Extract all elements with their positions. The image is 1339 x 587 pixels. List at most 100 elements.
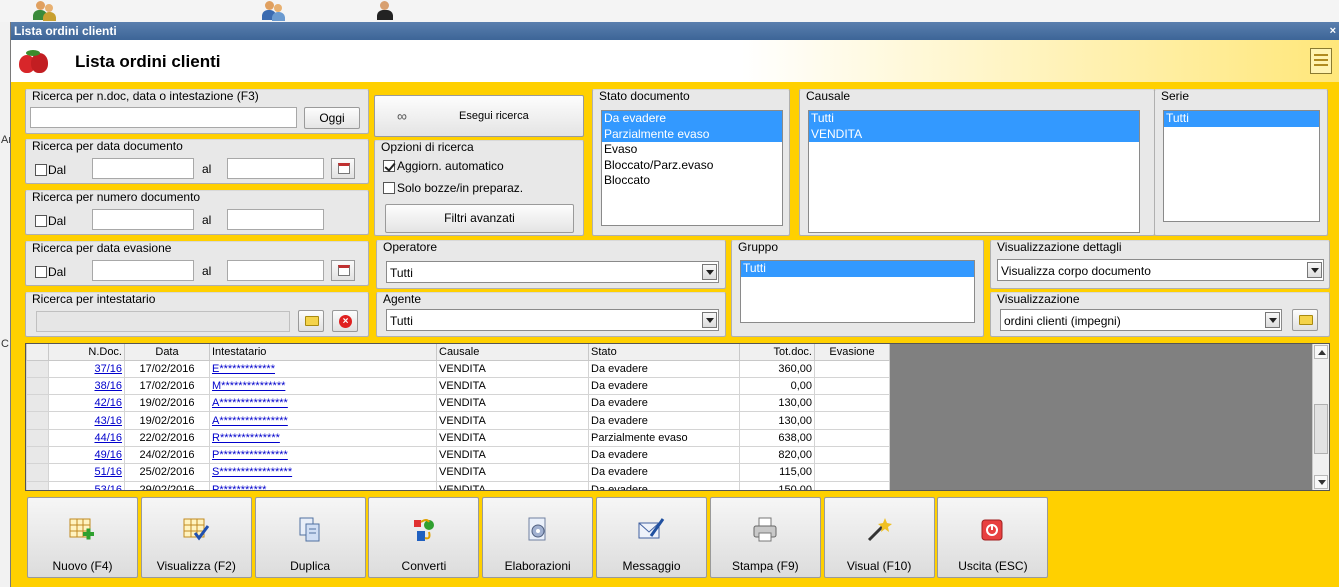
- view-details-select[interactable]: Visualizza corpo documento: [997, 259, 1324, 281]
- date-doc-from-checkbox[interactable]: [35, 164, 47, 176]
- column-header[interactable]: Intestatario: [209, 344, 437, 361]
- holder-link[interactable]: A****************: [212, 397, 288, 409]
- column-header[interactable]: Stato: [588, 344, 740, 361]
- toolbar-button[interactable]: Nuovo (F4): [27, 497, 138, 578]
- users-group-icon[interactable]: [261, 1, 287, 21]
- total-cell: 820,00: [739, 445, 815, 465]
- table-row[interactable]: 51/16 25/02/2016 S***************** VENDITA…: [26, 463, 890, 482]
- browse-holder-button[interactable]: [298, 310, 324, 332]
- window-titlebar[interactable]: Lista ordini clienti ×: [11, 22, 1339, 40]
- list-item[interactable]: Da evadere: [602, 111, 782, 127]
- search-input[interactable]: [30, 107, 297, 128]
- list-item[interactable]: Tutti: [1164, 111, 1319, 127]
- serie-list[interactable]: Tutti: [1163, 110, 1320, 222]
- date-evas-to-input[interactable]: [227, 260, 324, 281]
- date-doc-to-input[interactable]: [227, 158, 324, 179]
- column-header[interactable]: N.Doc.: [48, 344, 125, 361]
- holder-link[interactable]: R**************: [212, 432, 280, 444]
- doc-state-list[interactable]: Da evadere Parzialmente evaso Evaso Bloccat…: [601, 110, 783, 226]
- view-mode-select[interactable]: ordini clienti (impegni): [1000, 309, 1282, 331]
- num-doc-from-input[interactable]: [92, 209, 194, 230]
- scroll-up-icon[interactable]: [1314, 345, 1328, 359]
- doc-number-link[interactable]: 37/16: [94, 363, 122, 375]
- doc-number-link[interactable]: 42/16: [94, 397, 122, 409]
- table-row[interactable]: 43/16 19/02/2016 A**************** VENDITA D…: [26, 411, 890, 430]
- toolbar-button[interactable]: Stampa (F9): [709, 497, 821, 578]
- auto-update-checkbox[interactable]: [383, 160, 395, 172]
- agent-select[interactable]: Tutti: [386, 309, 719, 331]
- doc-number-link[interactable]: 51/16: [94, 466, 122, 478]
- today-button[interactable]: Oggi: [304, 107, 360, 129]
- date-doc-from-input[interactable]: [92, 158, 194, 179]
- chevron-down-icon[interactable]: [702, 264, 717, 280]
- list-item[interactable]: Bloccato: [602, 173, 782, 189]
- view-mode-browse-button[interactable]: [1292, 309, 1318, 331]
- doc-number-link[interactable]: 43/16: [94, 415, 122, 427]
- doc-number-link[interactable]: 49/16: [94, 449, 122, 461]
- table-row[interactable]: 44/16 22/02/2016 R************** VENDITA Par…: [26, 428, 890, 447]
- column-header[interactable]: Causale: [436, 344, 589, 361]
- group-list[interactable]: Tutti: [740, 260, 975, 323]
- holder-link[interactable]: E*************: [212, 363, 275, 375]
- holder-link[interactable]: P****************: [212, 449, 288, 461]
- toolbar-button[interactable]: Visualizza (F2): [140, 497, 252, 578]
- calendar-icon[interactable]: [331, 158, 355, 179]
- date-evas-from-checkbox[interactable]: [35, 266, 47, 278]
- user-list-icon[interactable]: [1310, 48, 1332, 74]
- doc-number-link[interactable]: 44/16: [94, 432, 122, 444]
- list-item[interactable]: Evaso: [602, 142, 782, 158]
- list-item[interactable]: Tutti: [741, 261, 974, 277]
- calendar-icon[interactable]: [331, 260, 355, 281]
- scroll-down-icon[interactable]: [1314, 475, 1328, 489]
- list-item[interactable]: Tutti: [809, 111, 1139, 127]
- doc-number-link[interactable]: 38/16: [94, 380, 122, 392]
- toolbar-button[interactable]: Elaborazioni: [482, 497, 594, 578]
- close-icon[interactable]: ×: [1330, 22, 1336, 40]
- column-header[interactable]: Tot.doc.: [739, 344, 815, 361]
- table-row[interactable]: 37/16 17/02/2016 E************* VENDITA Da e…: [26, 359, 890, 378]
- holder-input[interactable]: [36, 311, 290, 332]
- table-row[interactable]: 53/16 29/02/2016 P*********** VENDITA Da eva…: [26, 480, 890, 490]
- toolbar-button[interactable]: Uscita (ESC): [937, 497, 1049, 578]
- column-header[interactable]: Data: [124, 344, 210, 361]
- list-item[interactable]: Parzialmente evaso: [602, 126, 782, 142]
- toolbar-button[interactable]: Duplica: [254, 497, 366, 578]
- toolbar-button[interactable]: Converti: [368, 497, 480, 578]
- chevron-down-icon[interactable]: [1307, 262, 1322, 278]
- grid-scrollbar[interactable]: [1312, 344, 1329, 490]
- toolbar-button[interactable]: Visual (F10): [823, 497, 935, 578]
- holder-link-cell: A****************: [209, 411, 437, 430]
- advanced-filters-button[interactable]: Filtri avanzati: [385, 204, 574, 233]
- execute-search-button[interactable]: ∞ Esegui ricerca: [374, 95, 584, 137]
- date-evas-from-input[interactable]: [92, 260, 194, 281]
- holder-link[interactable]: S*****************: [212, 466, 292, 478]
- group-title: Serie: [1161, 89, 1190, 103]
- table-row[interactable]: 38/16 17/02/2016 M*************** VENDITA Da…: [26, 376, 890, 396]
- group-title: Ricerca per n.doc, data o intestazione (…: [32, 89, 259, 103]
- column-header[interactable]: Evasione: [814, 344, 890, 361]
- chevron-down-icon[interactable]: [1265, 312, 1280, 328]
- holder-link[interactable]: M***************: [212, 380, 285, 392]
- users-icon[interactable]: [32, 1, 58, 21]
- total-cell: 0,00: [739, 376, 815, 396]
- doc-number-link[interactable]: 53/16: [94, 484, 122, 490]
- list-item[interactable]: VENDITA: [809, 126, 1139, 142]
- list-item[interactable]: Bloccato/Parz.evaso: [602, 158, 782, 174]
- search-date-doc-group: Ricerca per data documento Dal al: [25, 139, 369, 184]
- holder-link[interactable]: A****************: [212, 415, 288, 427]
- causale-list[interactable]: Tutti VENDITA: [808, 110, 1140, 233]
- num-doc-from-checkbox[interactable]: [35, 215, 47, 227]
- scroll-thumb[interactable]: [1314, 404, 1328, 454]
- chevron-down-icon[interactable]: [702, 312, 717, 328]
- drafts-only-checkbox[interactable]: [383, 182, 395, 194]
- holder-link-cell: E*************: [209, 359, 437, 378]
- operator-select[interactable]: Tutti: [386, 261, 719, 283]
- agent-icon[interactable]: [374, 1, 400, 21]
- toolbar-button[interactable]: Messaggio: [596, 497, 707, 578]
- holder-link[interactable]: P***********: [212, 484, 266, 490]
- clear-holder-button[interactable]: ×: [332, 310, 358, 332]
- table-row[interactable]: 42/16 19/02/2016 A**************** VENDITA D…: [26, 394, 890, 413]
- num-doc-to-input[interactable]: [227, 209, 324, 230]
- evasion-cell: [814, 480, 890, 490]
- table-row[interactable]: 49/16 24/02/2016 P**************** VENDITA D…: [26, 445, 890, 465]
